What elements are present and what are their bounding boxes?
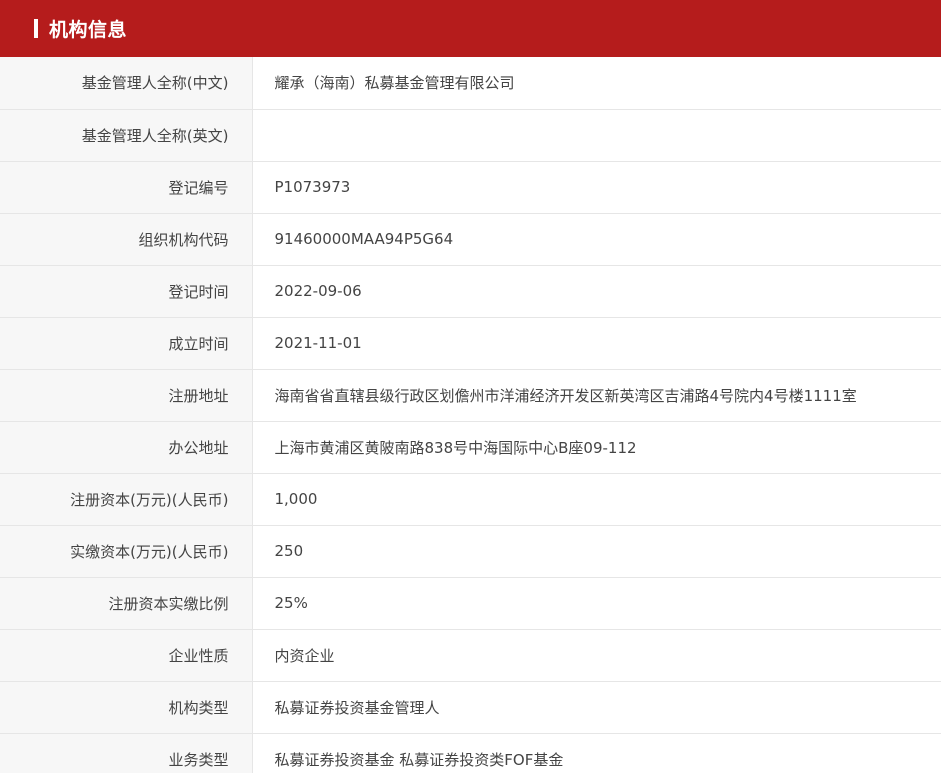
row-label: 组织机构代码 [0, 213, 253, 266]
row-label: 机构类型 [0, 681, 253, 734]
row-label: 注册地址 [0, 369, 253, 422]
panel-header: 机构信息 [0, 0, 941, 57]
row-value: 2022-09-06 [252, 265, 941, 318]
row-label: 业务类型 [0, 733, 253, 773]
row-value: 上海市黄浦区黄陂南路838号中海国际中心B座09-112 [252, 421, 941, 474]
table-row: 成立时间 2021-11-01 [0, 317, 941, 370]
table-row: 机构类型 私募证券投资基金管理人 [0, 681, 941, 734]
row-value: 250 [252, 525, 941, 578]
table-row: 注册资本(万元)(人民币) 1,000 [0, 473, 941, 526]
row-value: 91460000MAA94P5G64 [252, 213, 941, 266]
table-row: 基金管理人全称(英文) [0, 109, 941, 162]
row-value: 私募证券投资基金 私募证券投资类FOF基金 [252, 733, 941, 773]
row-value: 私募证券投资基金管理人 [252, 681, 941, 734]
row-label: 实缴资本(万元)(人民币) [0, 525, 253, 578]
row-label: 成立时间 [0, 317, 253, 370]
row-value: 内资企业 [252, 629, 941, 682]
header-accent-bar [34, 19, 38, 38]
org-info-panel: 机构信息 基金管理人全称(中文) 耀承（海南）私募基金管理有限公司 基金管理人全… [0, 0, 941, 773]
table-row: 注册资本实缴比例 25% [0, 577, 941, 630]
table-row: 登记时间 2022-09-06 [0, 265, 941, 318]
table-row: 组织机构代码 91460000MAA94P5G64 [0, 213, 941, 266]
table-row: 基金管理人全称(中文) 耀承（海南）私募基金管理有限公司 [0, 57, 941, 110]
row-label: 注册资本实缴比例 [0, 577, 253, 630]
table-row: 注册地址 海南省省直辖县级行政区划儋州市洋浦经济开发区新英湾区吉浦路4号院内4号… [0, 369, 941, 422]
row-value: 耀承（海南）私募基金管理有限公司 [252, 57, 941, 110]
row-label: 办公地址 [0, 421, 253, 474]
row-value: 2021-11-01 [252, 317, 941, 370]
table-row: 办公地址 上海市黄浦区黄陂南路838号中海国际中心B座09-112 [0, 421, 941, 474]
table-row: 登记编号 P1073973 [0, 161, 941, 214]
row-value: 25% [252, 577, 941, 630]
row-value: 1,000 [252, 473, 941, 526]
row-value: 海南省省直辖县级行政区划儋州市洋浦经济开发区新英湾区吉浦路4号院内4号楼1111… [252, 369, 941, 422]
table-row: 实缴资本(万元)(人民币) 250 [0, 525, 941, 578]
table-row: 业务类型 私募证券投资基金 私募证券投资类FOF基金 [0, 733, 941, 773]
table-row: 企业性质 内资企业 [0, 629, 941, 682]
panel-title: 机构信息 [49, 19, 128, 41]
row-label: 登记编号 [0, 161, 253, 214]
row-label: 企业性质 [0, 629, 253, 682]
row-label: 登记时间 [0, 265, 253, 318]
row-value [252, 109, 941, 162]
row-label: 注册资本(万元)(人民币) [0, 473, 253, 526]
row-value: P1073973 [252, 161, 941, 214]
row-label: 基金管理人全称(英文) [0, 109, 253, 162]
row-label: 基金管理人全称(中文) [0, 57, 253, 110]
org-info-table: 基金管理人全称(中文) 耀承（海南）私募基金管理有限公司 基金管理人全称(英文)… [0, 57, 941, 773]
